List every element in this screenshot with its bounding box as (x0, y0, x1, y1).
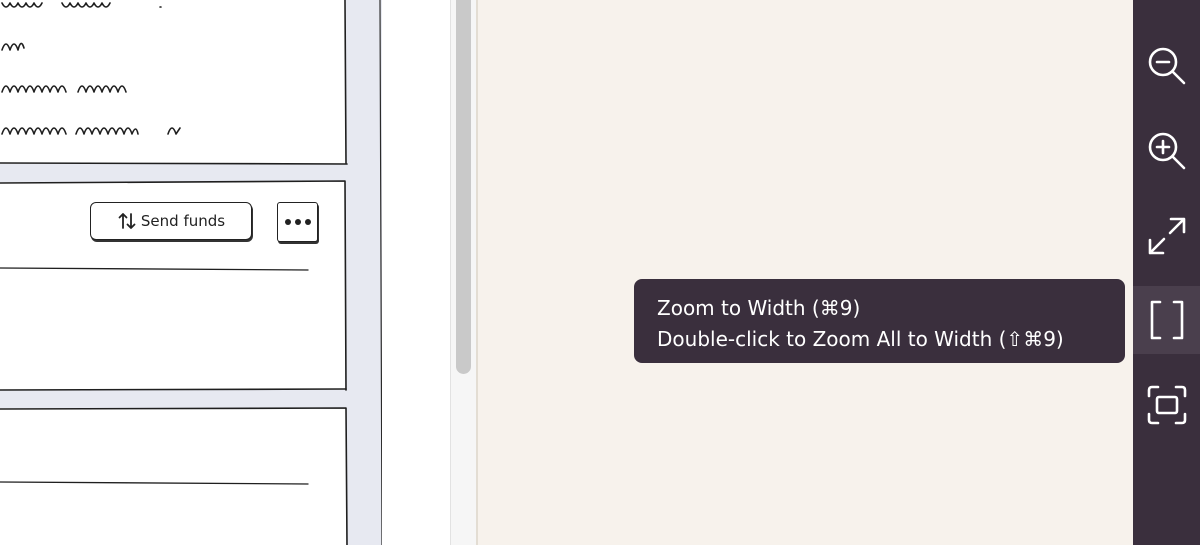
zoom-in-button[interactable] (1133, 117, 1200, 185)
zoom-in-icon (1146, 130, 1188, 172)
scrollbar-thumb[interactable] (456, 0, 471, 374)
expand-button[interactable] (1133, 202, 1200, 270)
ellipsis-icon (284, 218, 312, 226)
sketch-card-bottom (0, 408, 346, 545)
expand-icon (1146, 215, 1188, 257)
brackets-icon (1146, 299, 1188, 341)
sketch-card-top (0, 0, 346, 164)
zoom-out-icon (1146, 45, 1188, 87)
send-funds-label: Send funds (140, 212, 226, 230)
more-options-button[interactable] (277, 202, 318, 242)
zoom-to-width-button[interactable] (1133, 286, 1200, 354)
pane-gutter (382, 0, 450, 545)
design-canvas[interactable] (476, 0, 1133, 545)
fit-frame-button[interactable] (1133, 371, 1200, 439)
arrows-up-down-icon (117, 211, 137, 231)
zoom-out-button[interactable] (1133, 32, 1200, 100)
tooltip-line-shortcut: Zoom to Width (⌘9) (657, 296, 861, 320)
tooltip-line-double-click: Double-click to Zoom All to Width (⇧⌘9) (657, 327, 1064, 351)
wireframe-preview-pane: Send funds (0, 0, 382, 545)
zoom-to-width-tooltip: Zoom to Width (⌘9) Double-click to Zoom … (634, 279, 1125, 363)
send-funds-button[interactable]: Send funds (90, 202, 252, 240)
frame-icon (1146, 384, 1188, 426)
zoom-toolbar (1133, 0, 1200, 545)
